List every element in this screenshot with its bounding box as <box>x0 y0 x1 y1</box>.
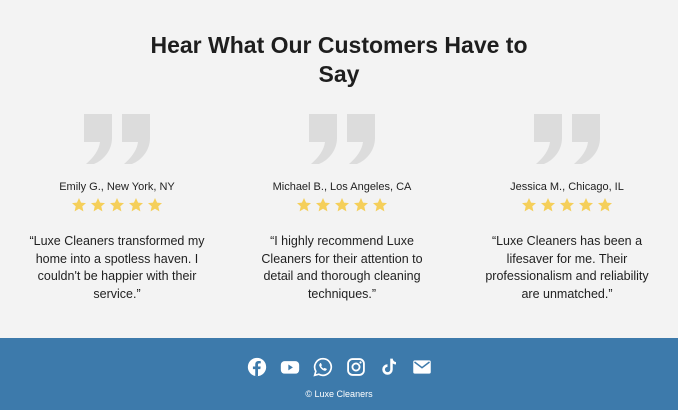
review-author: Jessica M., Chicago, IL <box>510 181 624 193</box>
star-icon <box>522 198 536 212</box>
social-links <box>0 357 678 377</box>
copyright-text: © Luxe Cleaners <box>305 389 373 399</box>
quote-icon <box>84 114 150 164</box>
star-icon <box>72 198 86 212</box>
testimonials-section: Hear What Our Customers Have to Say Emil… <box>0 0 678 338</box>
review-author: Emily G., New York, NY <box>59 181 175 193</box>
review-card: Michael B., Los Angeles, CA “I highly re… <box>229 112 455 303</box>
whatsapp-icon[interactable] <box>312 357 333 377</box>
star-icon <box>129 198 143 212</box>
quote-icon <box>309 114 375 164</box>
review-text: “I highly recommend Luxe Cleaners for th… <box>261 234 423 301</box>
star-rating <box>454 197 678 215</box>
review-text: “Luxe Cleaners has been a lifesaver for … <box>485 234 649 301</box>
review-text: “Luxe Cleaners transformed my home into … <box>29 234 205 301</box>
star-icon <box>560 198 574 212</box>
quote-icon <box>534 114 600 164</box>
instagram-icon[interactable] <box>346 357 366 377</box>
star-icon <box>335 198 349 212</box>
star-rating <box>229 197 455 215</box>
star-icon <box>373 198 387 212</box>
star-icon <box>598 198 612 212</box>
section-title: Hear What Our Customers Have to Say <box>150 32 528 87</box>
site-footer: © Luxe Cleaners <box>0 338 678 410</box>
star-icon <box>541 198 555 212</box>
review-card: Jessica M., Chicago, IL “Luxe Cleaners h… <box>454 112 678 303</box>
star-rating <box>4 197 230 215</box>
review-card: Emily G., New York, NY “Luxe Cleaners tr… <box>4 112 230 303</box>
youtube-icon[interactable] <box>280 357 300 377</box>
review-author: Michael B., Los Angeles, CA <box>272 181 412 193</box>
star-icon <box>316 198 330 212</box>
star-icon <box>91 198 105 212</box>
star-icon <box>110 198 124 212</box>
star-icon <box>148 198 162 212</box>
star-icon <box>297 198 311 212</box>
star-icon <box>354 198 368 212</box>
star-icon <box>579 198 593 212</box>
tiktok-icon[interactable] <box>379 357 399 377</box>
email-icon[interactable] <box>412 357 432 377</box>
facebook-icon[interactable] <box>247 357 267 377</box>
